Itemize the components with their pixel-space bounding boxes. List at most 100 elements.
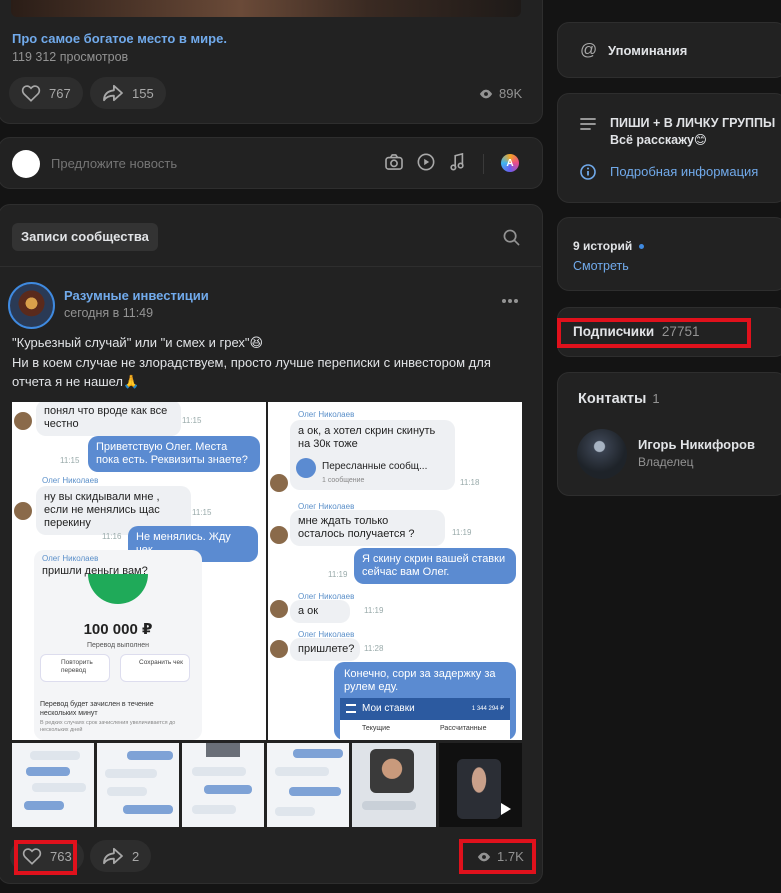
search-icon[interactable] xyxy=(503,229,520,246)
stories-count-text: 9 историй xyxy=(573,239,633,253)
chat-message: мне ждать только осталось получается ? xyxy=(290,510,445,546)
contact-role: Владелец xyxy=(638,455,694,469)
success-check-icon xyxy=(88,574,148,604)
message-time: 11:18 xyxy=(460,478,480,487)
post-text-line: отчета я не нашел🙏 xyxy=(12,374,140,389)
photo-thumbnail[interactable] xyxy=(97,743,179,827)
top-post-card: Про самое богатое место в мире. 119 312 … xyxy=(0,0,543,124)
chat-screenshot-right[interactable]: Олег Николаев а ок, а хотел скрин скинут… xyxy=(268,402,522,740)
contact-avatar[interactable] xyxy=(577,429,627,479)
stories-card: 9 историй Смотреть xyxy=(557,217,781,291)
mentions-card[interactable]: @ Упоминания xyxy=(557,22,781,78)
bets-app-header: Мои ставки 1 344 294 ₽ xyxy=(340,698,510,720)
post-time[interactable]: сегодня в 11:49 xyxy=(64,306,153,320)
contacts-label: Контакты xyxy=(578,391,647,407)
chat-message: пришлете? xyxy=(290,638,360,661)
more-options-icon[interactable] xyxy=(501,298,519,304)
chat-message: Приветствую Олег. Места пока есть. Рекви… xyxy=(88,436,260,472)
suggest-news-card: A xyxy=(0,137,543,189)
forwarded-title: Пересланные сообщ... xyxy=(322,461,428,472)
details-link[interactable]: Подробная информация xyxy=(610,164,758,179)
avatar xyxy=(270,600,288,618)
repeat-transfer-button: Повторить перевод xyxy=(40,654,110,682)
photo-thumbnail[interactable] xyxy=(267,743,349,827)
post-author-link[interactable]: Разумные инвестиции xyxy=(64,288,209,303)
post-text: "Курьезный случай" или "и смех и грех"😆 … xyxy=(12,333,532,392)
avatar xyxy=(14,502,32,520)
camera-icon[interactable] xyxy=(385,154,403,170)
user-avatar[interactable] xyxy=(12,150,40,178)
contacts-heading[interactable]: Контакты 1 xyxy=(578,391,660,407)
save-label: Сохранить чек xyxy=(139,659,183,666)
bets-app-amount: 1 344 294 ₽ xyxy=(471,706,504,712)
message-time: 11:28 xyxy=(364,644,384,653)
message-time: 11:15 xyxy=(192,508,212,517)
message-time: 11:15 xyxy=(60,456,80,465)
bets-tab: Текущие xyxy=(362,725,390,732)
wall-tab-community-posts[interactable]: Записи сообщества xyxy=(12,223,158,251)
sender-name: Олег Николаев xyxy=(42,476,99,485)
mentions-label: Упоминания xyxy=(608,43,688,58)
menu-icon xyxy=(346,704,356,713)
highlight-box xyxy=(14,840,77,875)
contacts-count: 1 xyxy=(652,391,660,406)
suggest-news-input[interactable] xyxy=(51,152,351,174)
bets-screenshot: Конечно, сори за задержку за рулем еду. … xyxy=(334,662,516,740)
info-line-1: ПИШИ + В ЛИЧКУ ГРУППЫ xyxy=(610,116,776,130)
video-thumbnail[interactable] xyxy=(352,743,436,827)
chat-screenshot-left[interactable]: понял что вроде как все честно 11:15 При… xyxy=(12,402,266,740)
contact-name[interactable]: Игорь Никифоров xyxy=(638,437,755,452)
top-like-count: 767 xyxy=(49,85,71,101)
post-text-line: Ни в коем случае не злорадствуем, просто… xyxy=(12,354,491,370)
ai-icon[interactable]: A xyxy=(501,154,519,172)
sender-name: Олег Николаев xyxy=(298,410,355,419)
bets-tab: Рассчитанные xyxy=(440,725,487,732)
play-icon[interactable] xyxy=(417,153,435,171)
message-time: 11:19 xyxy=(328,570,348,579)
play-icon xyxy=(501,803,511,815)
chat-message: а ок xyxy=(290,600,350,623)
avatar xyxy=(270,640,288,658)
new-stories-dot xyxy=(638,244,644,250)
community-avatar[interactable] xyxy=(8,282,55,329)
bets-app-title: Мои ставки xyxy=(362,703,415,714)
payment-amount: 100 000 ₽ xyxy=(83,621,153,638)
photo-thumbnail[interactable] xyxy=(12,743,94,827)
message-time: 11:16 xyxy=(102,532,122,541)
top-video-thumbnail[interactable] xyxy=(11,0,521,17)
top-post-caption-link[interactable]: Про самое богатое место в мире. xyxy=(12,31,227,46)
info-icon xyxy=(580,164,596,180)
top-share-button[interactable]: 155 xyxy=(90,77,166,109)
sender-name: Олег Николаев xyxy=(42,554,99,563)
subscribers-count: 27751 xyxy=(661,324,700,339)
chat-message: Я скину скрин вашей ставки сейчас вам Ол… xyxy=(354,548,516,584)
photo-thumbnail[interactable] xyxy=(182,743,264,827)
forwarded-icon xyxy=(296,458,316,478)
top-like-button[interactable]: 767 xyxy=(9,77,83,109)
payment-note: В редких случаях срок зачисления увеличи… xyxy=(40,720,176,733)
avatar xyxy=(270,526,288,544)
subscribers-heading[interactable]: Подписчики 27751 xyxy=(573,324,699,339)
video-thumbnail[interactable] xyxy=(439,743,522,827)
save-receipt-button: Сохранить чек xyxy=(120,654,190,682)
bets-app-panel: Мои ставки 1 344 294 ₽ Текущие Рассчитан… xyxy=(340,698,510,740)
description-icon xyxy=(580,117,596,131)
message-time: 11:19 xyxy=(452,528,472,537)
payment-status: Перевод выполнен xyxy=(86,642,150,649)
top-views: 89K xyxy=(479,86,522,101)
share-icon xyxy=(102,847,124,865)
contacts-card: Контакты 1 Игорь Никифоров Владелец xyxy=(557,372,781,496)
wall-separator xyxy=(0,266,541,267)
chat-message-text: а ок, а хотел скрин скинуть на 30к тоже xyxy=(298,425,436,450)
post-share-count: 2 xyxy=(132,848,140,864)
top-views-count: 89K xyxy=(499,86,523,101)
chat-message: Конечно, сори за задержку за рулем еду. xyxy=(344,668,496,693)
payment-note: Перевод будет зачислен в течение несколь… xyxy=(40,701,154,717)
heart-icon xyxy=(21,84,41,102)
avatar xyxy=(270,474,288,492)
stories-watch-link[interactable]: Смотреть xyxy=(573,259,629,273)
divider xyxy=(483,154,484,174)
subscribers-label: Подписчики xyxy=(573,324,655,339)
post-share-button[interactable]: 2 xyxy=(90,840,152,872)
music-icon[interactable] xyxy=(449,153,465,171)
